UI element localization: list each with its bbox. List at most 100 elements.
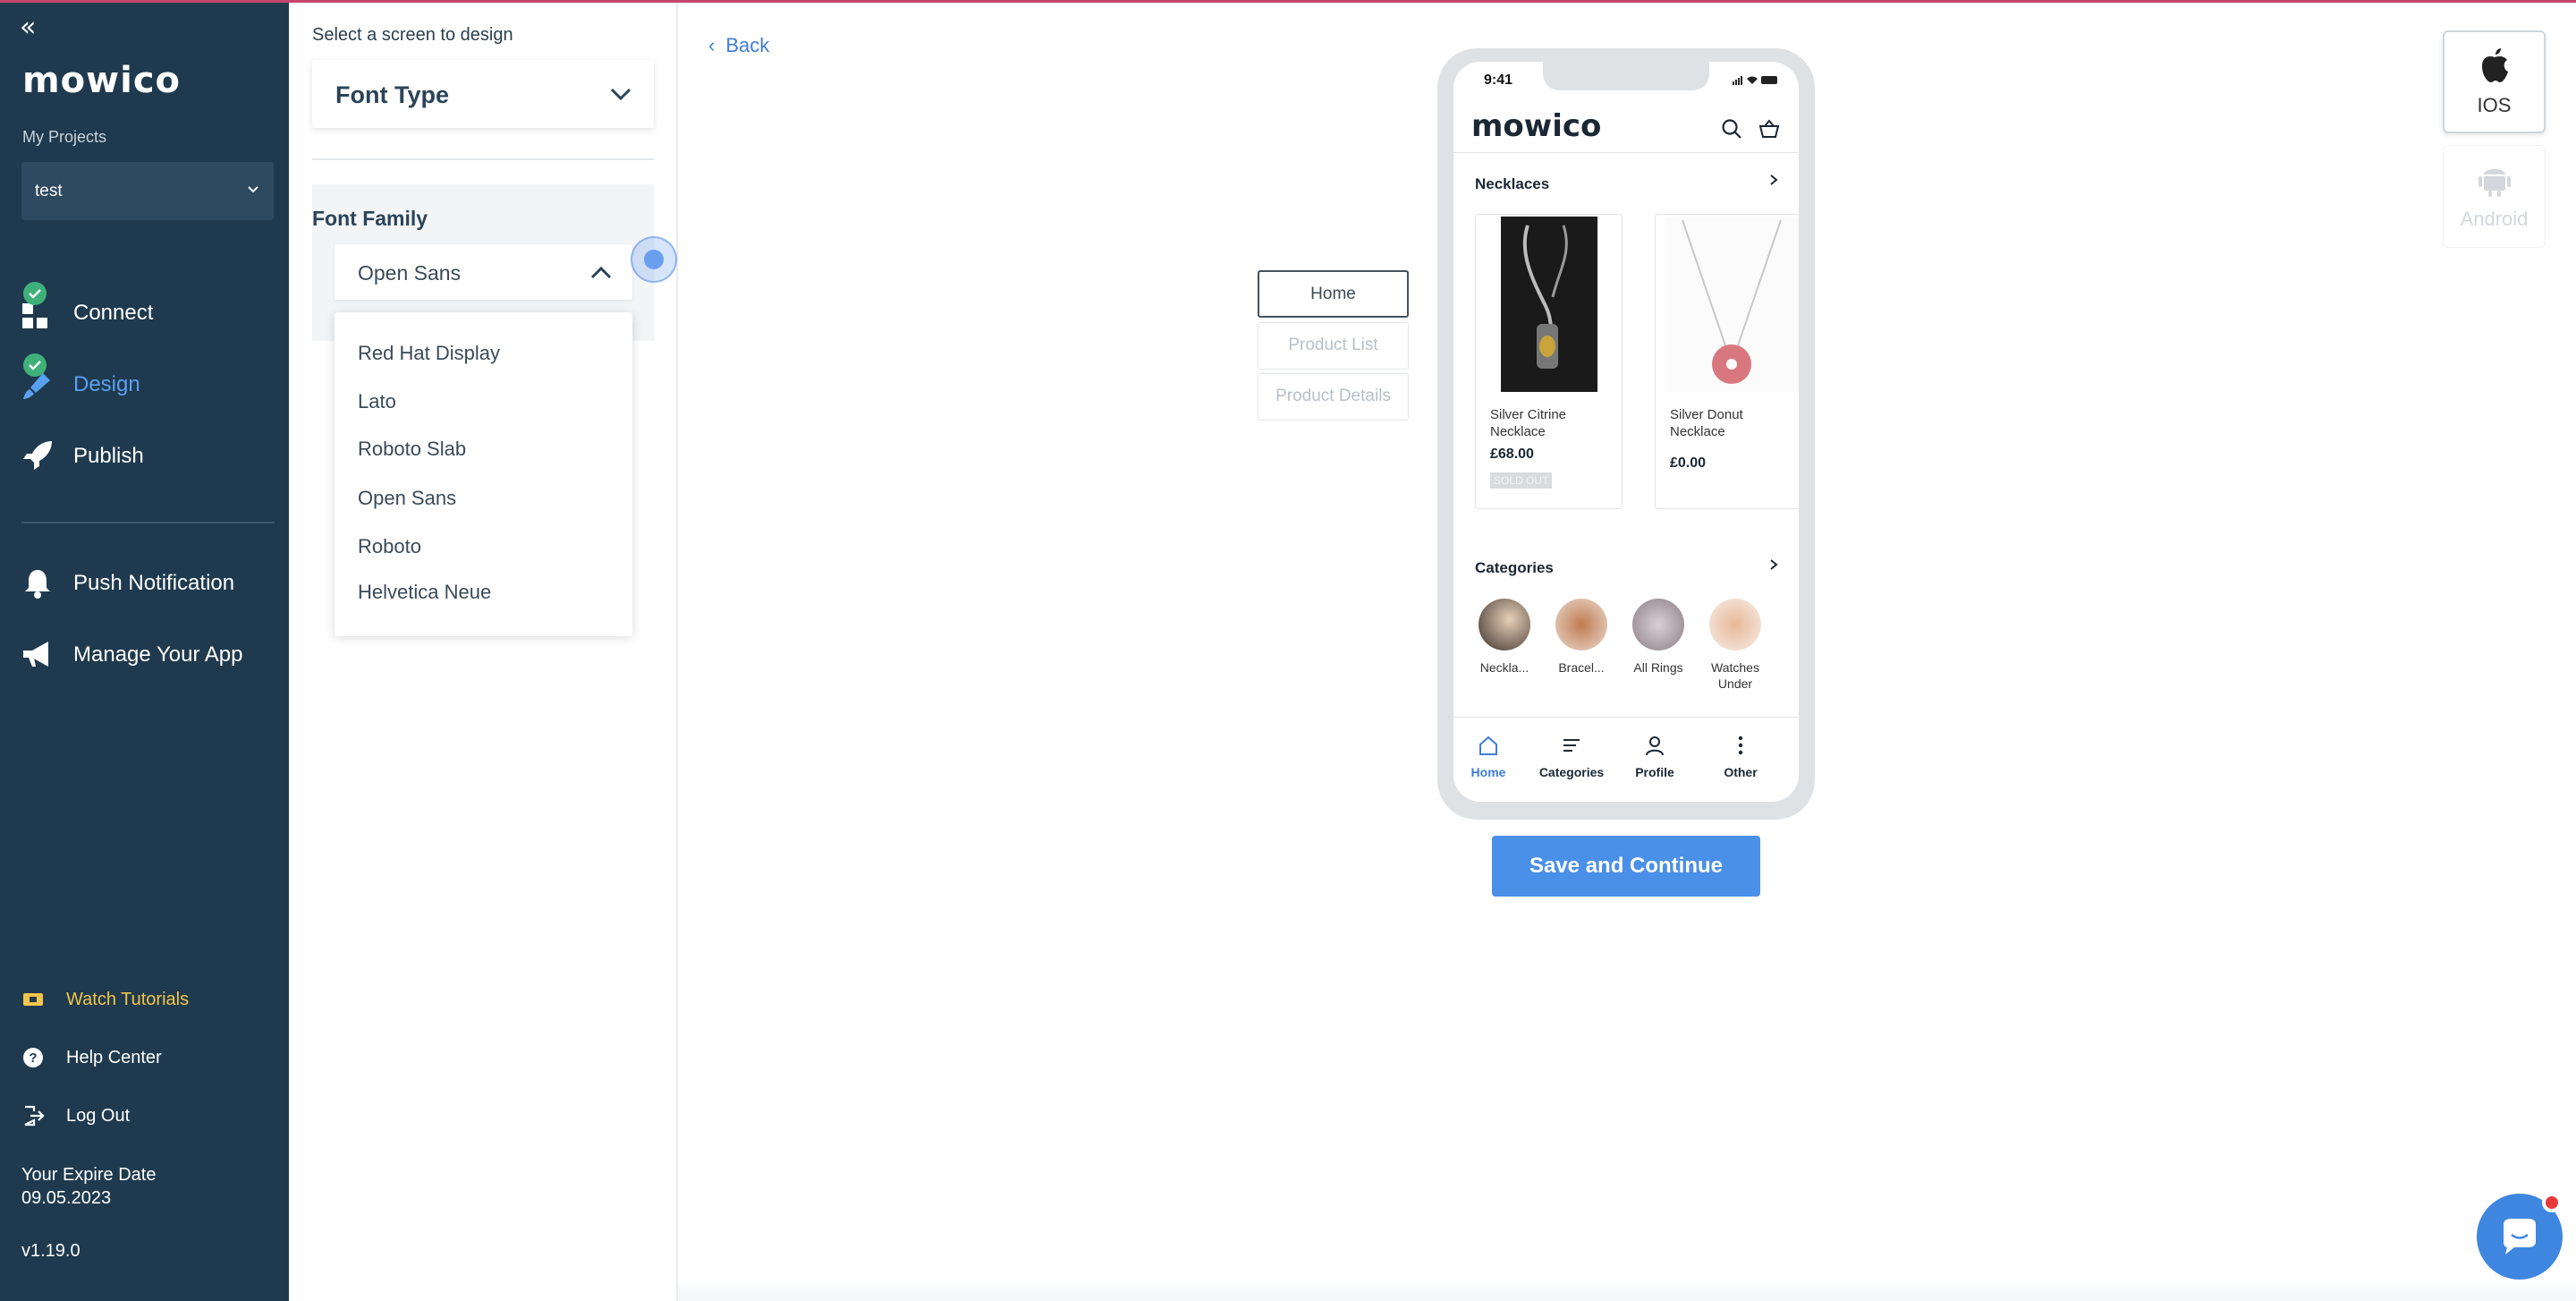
category-item[interactable]: Neckla... xyxy=(1473,599,1536,676)
expire-date: 09.05.2023 xyxy=(21,1188,112,1208)
bottom-fade xyxy=(678,1280,2576,1301)
nav-item-manage-app[interactable]: Manage Your App xyxy=(0,631,289,676)
category-item[interactable]: Bracel... xyxy=(1550,599,1613,676)
platform-label: IOS xyxy=(2477,94,2512,116)
chat-bubble-icon xyxy=(2504,1219,2536,1254)
watch-tutorials-label: Watch Tutorials xyxy=(66,990,190,1009)
app-tab-bar: Home Categories Profile Other xyxy=(1453,717,1799,802)
product-card[interactable]: Silver Citrine Necklace £68.00 SOLD OUT xyxy=(1475,214,1623,509)
nav-item-connect[interactable]: Connect xyxy=(0,282,289,334)
user-icon xyxy=(1646,736,1664,756)
product-image xyxy=(1501,217,1597,392)
checkmark-icon xyxy=(23,282,47,305)
sidebar: « mowico My Projects test Connect Design… xyxy=(0,3,289,1301)
back-link[interactable]: ‹ Back xyxy=(708,34,769,57)
platform-ios-button[interactable]: IOS xyxy=(2443,30,2546,133)
megaphone-icon xyxy=(23,642,48,667)
ticket-icon xyxy=(23,993,43,1006)
product-card[interactable]: Silver Donut Necklace £0.00 xyxy=(1655,214,1799,509)
category-item[interactable]: Watches Under xyxy=(1704,599,1767,692)
brand-logo: mowico xyxy=(22,60,182,101)
chevron-down-icon xyxy=(610,88,631,101)
apple-icon xyxy=(2481,48,2508,82)
product-name: Silver Donut Necklace xyxy=(1670,407,1743,439)
cursor-indicator xyxy=(631,236,677,283)
sold-out-badge: SOLD OUT xyxy=(1490,472,1553,489)
nav-item-label: Manage Your App xyxy=(73,642,243,667)
tab-home[interactable]: Home xyxy=(1453,734,1529,779)
tab-profile[interactable]: Profile xyxy=(1614,734,1695,779)
font-option[interactable]: Open Sans xyxy=(358,487,456,510)
necklaces-section-title: Necklaces xyxy=(1475,175,1550,192)
platform-label: Android xyxy=(2460,208,2529,230)
platform-android-button[interactable]: Android xyxy=(2443,145,2546,248)
logout-icon xyxy=(24,1105,45,1127)
tab-other[interactable]: Other xyxy=(1700,734,1781,779)
product-image xyxy=(1665,217,1799,392)
help-center-link[interactable]: ? Help Center xyxy=(0,1041,289,1073)
phone-preview: 9:41 mowico Necklaces Silver Citrine Nec… xyxy=(1437,48,1815,820)
font-family-select[interactable]: Open Sans xyxy=(335,244,632,300)
category-label: Watches Under xyxy=(1711,660,1759,691)
sidebar-divider xyxy=(21,522,275,523)
app-header: mowico xyxy=(1453,98,1799,153)
font-option[interactable]: Roboto xyxy=(358,535,421,558)
font-option[interactable]: Roboto Slab xyxy=(358,438,466,461)
chevron-right-icon[interactable] xyxy=(1768,558,1779,571)
save-and-continue-button[interactable]: Save and Continue xyxy=(1492,836,1760,897)
nav-item-push-notification[interactable]: Push Notification xyxy=(0,559,289,604)
more-vertical-icon xyxy=(1738,736,1743,755)
svg-text:?: ? xyxy=(29,1050,37,1066)
category-image xyxy=(1479,599,1530,650)
search-icon[interactable] xyxy=(1720,117,1743,140)
nav-item-label: Publish xyxy=(73,444,144,468)
category-item[interactable]: All Rings xyxy=(1627,599,1690,676)
status-time: 9:41 xyxy=(1484,72,1513,88)
tab-label: Other xyxy=(1724,765,1758,779)
watch-tutorials-link[interactable]: Watch Tutorials xyxy=(0,982,289,1015)
collapse-sidebar-icon[interactable]: « xyxy=(20,12,36,43)
panel-title: Select a screen to design xyxy=(312,25,513,45)
font-option[interactable]: Helvetica Neue xyxy=(358,581,491,604)
status-bar-icons xyxy=(1733,76,1777,85)
back-label: Back xyxy=(725,34,770,56)
product-price: £68.00 xyxy=(1490,446,1534,462)
category-image xyxy=(1709,599,1761,650)
screen-button-product-list[interactable]: Product List xyxy=(1258,322,1409,370)
design-panel: Select a screen to design Font Type Font… xyxy=(289,3,678,1301)
product-price: £0.00 xyxy=(1670,455,1707,471)
font-family-select-value: Open Sans xyxy=(358,261,462,285)
nav-item-publish[interactable]: Publish xyxy=(0,432,289,477)
font-option[interactable]: Red Hat Display xyxy=(358,342,500,365)
tab-categories[interactable]: Categories xyxy=(1531,734,1612,779)
project-select[interactable]: test xyxy=(21,162,274,220)
nav-item-label: Connect xyxy=(73,301,154,325)
my-projects-label: My Projects xyxy=(22,128,107,146)
project-select-value: test xyxy=(35,182,63,200)
logout-link[interactable]: Log Out xyxy=(0,1099,289,1131)
expire-label: Your Expire Date xyxy=(21,1165,157,1185)
nav-item-design[interactable]: Design xyxy=(0,353,289,405)
app-logo: mowico xyxy=(1471,108,1602,144)
rocket-icon xyxy=(23,441,52,470)
chevron-right-icon[interactable] xyxy=(1768,174,1779,186)
home-icon xyxy=(1479,736,1497,755)
android-icon xyxy=(2478,169,2511,197)
app-version: v1.19.0 xyxy=(21,1241,80,1261)
help-center-label: Help Center xyxy=(66,1048,162,1067)
tab-label: Home xyxy=(1470,765,1506,779)
basket-icon[interactable] xyxy=(1758,117,1781,140)
notification-badge xyxy=(2542,1193,2562,1212)
font-family-label: Font Family xyxy=(312,207,428,230)
screen-button-product-details[interactable]: Product Details xyxy=(1258,373,1409,421)
screen-design-select[interactable]: Font Type xyxy=(312,60,654,128)
expire-info: Your Expire Date 09.05.2023 xyxy=(21,1163,156,1210)
tab-label: Categories xyxy=(1538,765,1605,779)
category-image xyxy=(1555,599,1607,650)
chevron-left-icon: ‹ xyxy=(708,34,716,56)
font-option[interactable]: Lato xyxy=(358,390,396,413)
category-image xyxy=(1632,599,1684,650)
phone-notch xyxy=(1543,62,1709,90)
checkmark-icon xyxy=(23,353,47,377)
screen-button-home[interactable]: Home xyxy=(1258,270,1409,318)
